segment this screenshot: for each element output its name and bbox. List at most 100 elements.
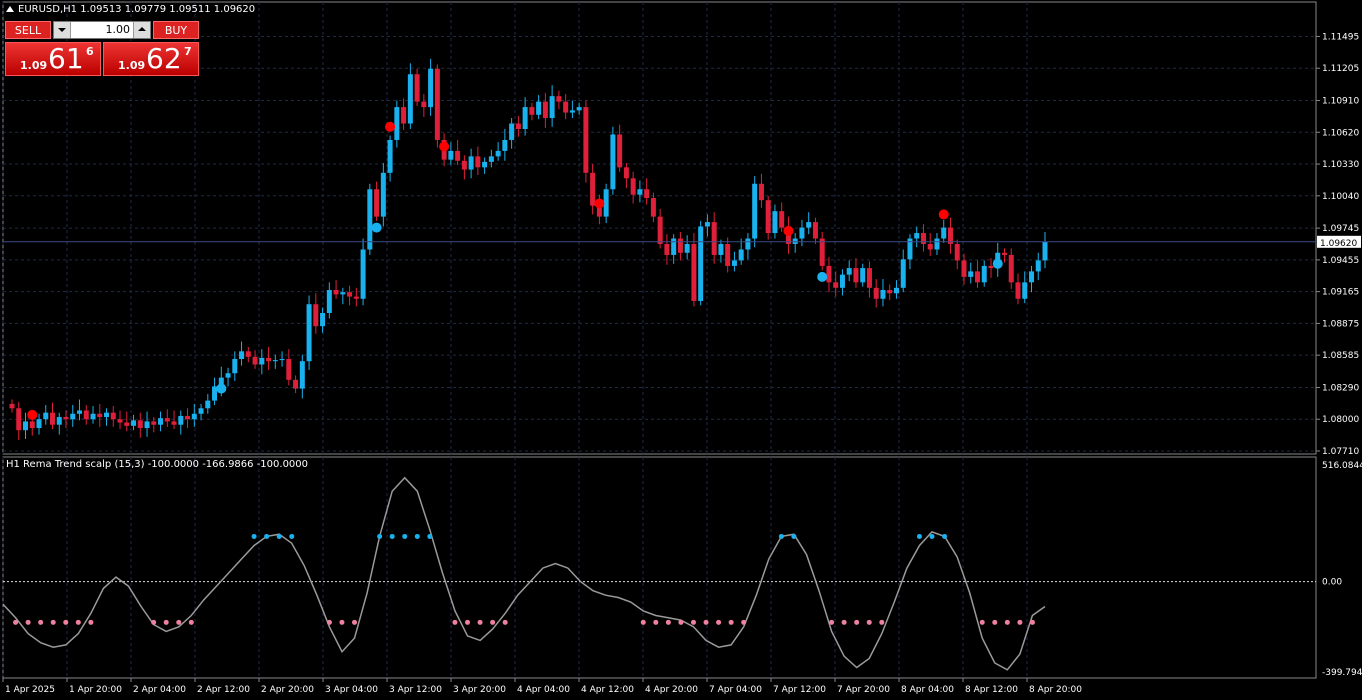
candle-body: [610, 134, 616, 190]
candle-body: [684, 244, 690, 253]
candle-body: [104, 412, 110, 418]
indicator-up-dot: [377, 533, 383, 539]
buy-signal-dot: [371, 222, 382, 233]
indicator-y-label: -399.7947: [1322, 668, 1362, 678]
indicator-down-dot: [728, 619, 734, 625]
indicator-up-dot: [289, 533, 295, 539]
candle-body: [131, 420, 137, 426]
candle-body: [279, 359, 285, 361]
indicator-down-dot: [829, 619, 835, 625]
sell-quote-prefix: 1.09: [20, 59, 48, 72]
candle-body: [860, 268, 866, 283]
candle-body: [320, 313, 326, 327]
x-tick-label: 4 Apr 04:00: [517, 685, 570, 695]
buy-button[interactable]: BUY: [153, 21, 199, 39]
candle-body: [185, 415, 191, 420]
candle-body: [259, 357, 265, 365]
indicator-down-dot: [1004, 619, 1010, 625]
candle-body: [934, 238, 940, 250]
indicator-down-dot: [979, 619, 985, 625]
candle-body: [353, 296, 359, 299]
candle-body: [866, 268, 872, 288]
indicator-down-dot: [653, 619, 659, 625]
candle-body: [252, 356, 258, 365]
buy-quote-fraction: 7: [184, 45, 192, 58]
candle-body: [313, 304, 319, 327]
indicator-up-dot: [389, 533, 395, 539]
y-tick-label: 1.11495: [1322, 32, 1359, 42]
candle-body: [819, 238, 825, 266]
sell-quote[interactable]: 1.09 61 6: [5, 42, 101, 76]
candle-body: [299, 361, 305, 389]
candle-body: [158, 418, 164, 425]
candle-body: [792, 238, 798, 244]
candle-body: [434, 68, 440, 140]
candle-body: [914, 233, 920, 239]
sell-signal-dot: [385, 121, 396, 132]
sell-signal-dot: [783, 225, 794, 236]
indicator-down-dot: [75, 619, 81, 625]
y-tick-label: 1.08875: [1322, 319, 1359, 329]
indicator-down-dot: [1029, 619, 1035, 625]
indicator-panel-frame: [2, 456, 1317, 679]
candle-body: [677, 238, 683, 253]
lot-decrease-icon[interactable]: [54, 22, 71, 38]
y-tick-label: 1.10620: [1322, 128, 1359, 138]
lot-increase-icon[interactable]: [133, 22, 150, 38]
candle-body: [623, 167, 629, 179]
candle-body: [542, 101, 548, 119]
candle-body: [326, 290, 332, 313]
indicator-down-dot: [465, 619, 471, 625]
indicator-up-dot: [778, 533, 784, 539]
candle-body: [461, 160, 467, 170]
candle-body: [455, 150, 461, 161]
x-tick-label: 4 Apr 12:00: [581, 685, 634, 695]
lot-size-input[interactable]: 1.00: [72, 22, 132, 38]
candle-body: [772, 211, 778, 234]
candle-body: [144, 421, 150, 428]
candle-body: [671, 238, 677, 255]
candle-body: [117, 419, 123, 423]
indicator-line: [2, 476, 1046, 671]
chart-canvas[interactable]: 1.11495 1.11205 1.10910 1.10620 1.10330 1.100…: [0, 0, 1362, 700]
candle-body: [711, 222, 717, 255]
candle-body: [387, 139, 393, 173]
indicator-y-label: 516.0844: [1322, 461, 1362, 471]
x-tick-label: 3 Apr 12:00: [389, 685, 442, 695]
lot-size-stepper[interactable]: 1.00: [53, 21, 151, 39]
candle-body: [637, 189, 643, 195]
x-tick-label: 3 Apr 20:00: [453, 685, 506, 695]
candle-body: [738, 249, 744, 261]
buy-quote[interactable]: 1.09 62 7: [103, 42, 199, 76]
x-tick-label: 2 Apr 20:00: [261, 685, 314, 695]
indicator-down-dot: [339, 619, 345, 625]
candle-body: [873, 287, 879, 299]
candle-body: [394, 107, 400, 140]
candle-body: [576, 107, 582, 111]
x-tick-label: 1 Apr 20:00: [69, 685, 122, 695]
candle-body: [779, 211, 785, 228]
indicator-down-dot: [741, 619, 747, 625]
candle-body: [725, 244, 731, 266]
indicator-up-dot: [942, 533, 948, 539]
candle-body: [23, 421, 29, 431]
candle-body: [536, 101, 542, 115]
buy-signal-dot: [992, 258, 1003, 269]
x-tick-label: 8 Apr 04:00: [901, 685, 954, 695]
indicator-up-dot: [427, 533, 433, 539]
buy-quote-prefix: 1.09: [118, 59, 146, 72]
candle-body: [77, 410, 83, 414]
candle-body: [428, 68, 434, 108]
candle-body: [421, 101, 427, 108]
sell-button[interactable]: SELL: [5, 21, 51, 39]
x-tick-label: 2 Apr 12:00: [197, 685, 250, 695]
candle-body: [137, 420, 143, 428]
indicator-down-dot: [879, 619, 885, 625]
candle-body: [704, 222, 710, 227]
indicator-down-dot: [88, 619, 94, 625]
x-tick-label: 8 Apr 20:00: [1029, 685, 1082, 695]
candle-body: [826, 265, 832, 283]
indicator-down-dot: [326, 619, 332, 625]
candle-body: [920, 233, 926, 244]
candle-body: [239, 351, 245, 359]
